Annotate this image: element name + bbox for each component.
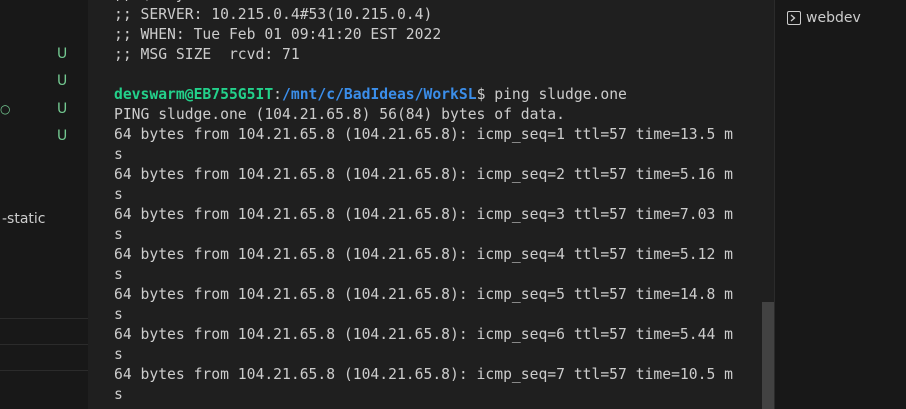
terminal-tab-webdev[interactable]: webdev (787, 8, 861, 28)
terminal-line: 64 bytes from 104.21.65.8 (104.21.65.8):… (114, 166, 733, 183)
terminal-line: s (114, 226, 123, 243)
terminal-scrollbar-thumb[interactable] (762, 302, 774, 409)
terminal-line: ;; WHEN: Tue Feb 01 09:41:20 EST 2022 (114, 26, 442, 43)
terminal-line: s (114, 386, 123, 403)
prompt-path: /mnt/c/BadIdeas/WorkSL (282, 86, 477, 103)
terminal-line: 64 bytes from 104.21.65.8 (104.21.65.8):… (114, 286, 733, 303)
vscode-window: U U U U ○ -static ;; Query time: 0 msec;… (0, 0, 906, 409)
terminal-line: s (114, 186, 123, 203)
terminal-line: ;; SERVER: 10.215.0.4#53(10.215.0.4) (114, 6, 433, 23)
explorer-panel: U U U U ○ -static (0, 0, 88, 409)
explorer-item-label[interactable]: -static (2, 211, 46, 227)
terminal-tab-label: webdev (806, 10, 861, 26)
divider (0, 370, 88, 371)
git-status-untracked: U (57, 73, 68, 89)
prompt-user: devswarm@EB755G5IT (114, 86, 274, 103)
partial-glyph: ○ (0, 102, 11, 116)
terminal-line: s (114, 146, 123, 163)
terminal-output[interactable]: ;; Query time: 0 msec;; SERVER: 10.215.0… (88, 0, 762, 409)
prompt-sep: : (273, 86, 283, 103)
prompt-command: ping sludge.one (494, 86, 627, 103)
divider (0, 318, 88, 319)
terminal-line: s (114, 346, 123, 363)
terminal-line: 64 bytes from 104.21.65.8 (104.21.65.8):… (114, 366, 733, 383)
git-status-untracked: U (57, 46, 68, 62)
terminal-line: devswarm@EB755G5IT:/mnt/c/BadIdeas/WorkS… (114, 85, 733, 105)
terminal-line: 64 bytes from 104.21.65.8 (104.21.65.8):… (114, 326, 733, 343)
terminal-line: 64 bytes from 104.21.65.8 (104.21.65.8):… (114, 126, 733, 143)
terminal-lines: ;; Query time: 0 msec;; SERVER: 10.215.0… (114, 0, 733, 409)
terminal-line: s (114, 306, 123, 323)
terminal-icon (787, 11, 801, 25)
terminal-line: 64 bytes from 104.21.65.8 (104.21.65.8):… (114, 206, 733, 223)
terminal-line: s (114, 266, 123, 283)
terminal-list-panel: webdev (774, 0, 906, 409)
prompt-dollar: $ (476, 86, 495, 103)
git-status-untracked: U (57, 101, 68, 117)
terminal-line: ;; MSG SIZE rcvd: 71 (114, 46, 300, 63)
terminal-line: PING sludge.one (104.21.65.8) 56(84) byt… (114, 106, 565, 123)
divider (0, 344, 88, 345)
terminal-line: 64 bytes from 104.21.65.8 (104.21.65.8):… (114, 246, 733, 263)
git-status-untracked: U (57, 128, 68, 144)
